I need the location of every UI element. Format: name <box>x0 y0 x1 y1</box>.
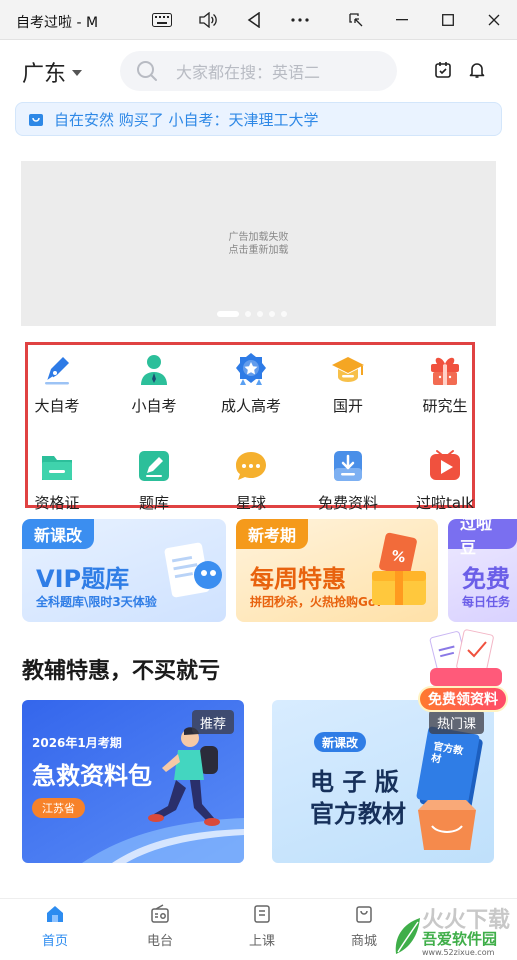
pen-nib-icon <box>45 357 69 385</box>
promo-guoladou[interactable]: 过啦豆 免费 每日任务 <box>448 519 517 622</box>
site-watermark: 火火下载 吾爱软件园 www.52zixue.com <box>392 902 512 958</box>
nav-mianfei-ziliao[interactable]: 免费资料 <box>303 448 393 513</box>
nav-xingqiu[interactable]: 星球 <box>206 448 296 513</box>
banner-dot[interactable] <box>245 311 251 317</box>
home-icon <box>47 906 63 922</box>
coupon-gift-icon: % <box>372 532 426 605</box>
product-badge: 推荐 <box>191 710 234 734</box>
ad-banner[interactable]: 广告加载失败 点击重新加载 <box>21 161 496 326</box>
promo-meizhou-tehui[interactable]: 新考期 每周特惠 拼团秒杀，火热抢购Go! % <box>236 519 438 622</box>
product-line1: 2026年1月考期 <box>32 736 122 750</box>
banner-pagination <box>217 311 287 317</box>
folder-icon <box>42 456 72 480</box>
promo-vip-tiku[interactable]: 新课改 VIP题库 全科题库\限时3天体验 <box>22 519 226 622</box>
more-icon[interactable] <box>286 6 314 34</box>
close-icon[interactable] <box>480 6 508 34</box>
promo-title: 每周特惠 <box>250 565 346 593</box>
promo-tag: 过啦豆 <box>448 519 517 557</box>
graduation-cap-icon <box>332 357 364 382</box>
product-line2: 官方教材 <box>310 800 406 828</box>
nav-chengren-gaokao[interactable]: 成人高考 <box>206 351 296 416</box>
medal-icon <box>236 353 266 385</box>
promo-subtitle: 每日任务 <box>462 595 511 609</box>
tab-home[interactable]: 首页 <box>25 899 85 949</box>
promo-subtitle: 全科题库\限时3天体验 <box>36 595 157 609</box>
free-materials-float-button[interactable]: 免费领资料 <box>416 628 512 714</box>
search-placeholder: 大家都在搜：英语二 <box>176 63 321 82</box>
product-card-jijiu[interactable]: 2026年1月考期 急救资料包 江苏省 推荐 <box>22 700 244 863</box>
keyboard-icon[interactable] <box>148 6 176 34</box>
promo-title: VIP题库 <box>36 565 130 593</box>
banner-dot[interactable] <box>281 311 287 317</box>
purchase-ticker[interactable]: 自在安然 购买了 小自考：天津理工大学 <box>15 102 502 136</box>
window-title: 自考过啦 - M <box>16 15 99 31</box>
edit-icon <box>139 451 169 481</box>
section-title: 教辅特惠，不买就亏 <box>22 659 221 684</box>
running-student-icon <box>148 727 220 826</box>
gift-box-icon <box>431 357 459 385</box>
chat-bubble-icon <box>236 452 266 480</box>
calendar-check-icon[interactable] <box>434 61 452 79</box>
download-icon <box>334 451 362 481</box>
ad-load-failed-text[interactable]: 广告加载失败 点击重新加载 <box>21 231 496 257</box>
class-icon <box>254 905 270 923</box>
nav-zigezheng[interactable]: 资格证 <box>12 448 102 513</box>
nav-tiku[interactable]: 题库 <box>109 448 199 513</box>
shopping-bag-icon <box>29 114 43 126</box>
banner-dot[interactable] <box>217 311 239 317</box>
nav-guola-talk[interactable]: 过啦talk <box>400 448 490 513</box>
watermark-url: www.52zixue.com <box>422 948 495 957</box>
product-tag: 新课改 <box>314 732 367 752</box>
tab-class[interactable]: 上课 <box>232 899 292 949</box>
volume-icon[interactable] <box>194 6 222 34</box>
chevron-down-icon <box>72 70 83 76</box>
shop-icon <box>356 906 372 923</box>
bell-icon[interactable] <box>468 61 486 79</box>
ticker-text: 自在安然 购买了 小自考：天津理工大学 <box>54 110 319 129</box>
product-line2: 急救资料包 <box>32 762 152 790</box>
pin-window-icon[interactable] <box>342 6 370 34</box>
nav-xiao-zikao[interactable]: 小自考 <box>109 351 199 416</box>
search-icon <box>137 61 157 81</box>
nav-da-zikao[interactable]: 大自考 <box>12 351 102 416</box>
maximize-icon[interactable] <box>434 6 462 34</box>
leaf-logo-icon <box>395 918 420 954</box>
city-name: 广东 <box>22 62 67 87</box>
free-materials-label: 免费领资料 <box>418 686 508 712</box>
promo-tag: 新考期 <box>236 519 309 549</box>
robot-book-icon <box>164 542 222 598</box>
minimize-icon[interactable] <box>388 6 416 34</box>
tab-shop[interactable]: 商城 <box>334 899 394 949</box>
box-illustration <box>418 800 476 850</box>
nav-guokai[interactable]: 国开 <box>303 351 393 416</box>
promo-subtitle: 拼团秒杀，火热抢购Go! <box>250 595 382 609</box>
promo-tag: 新课改 <box>22 519 95 549</box>
city-selector[interactable]: 广东 <box>22 56 83 88</box>
nav-yanjiusheng[interactable]: 研究生 <box>400 351 490 416</box>
search-input[interactable]: 大家都在搜：英语二 <box>120 51 397 91</box>
play-icon <box>430 450 460 480</box>
back-triangle-icon[interactable] <box>240 6 268 34</box>
watermark-name: 吾爱软件园 <box>422 930 498 948</box>
category-grid: 大自考 小自考 成人高考 国开 研究生 资格证 题库 星球 免费资料 过啦tal… <box>25 342 475 512</box>
gift-papers-icon <box>429 629 502 686</box>
promo-title: 免费 <box>462 565 510 593</box>
product-card-jiaocai[interactable]: 新课改 电 子 版 官方教材 官方教材 热门课 <box>272 700 494 863</box>
banner-dot[interactable] <box>257 311 263 317</box>
banner-dot[interactable] <box>269 311 275 317</box>
radio-icon <box>151 904 169 923</box>
tab-radio[interactable]: 电台 <box>130 899 190 949</box>
product-line1: 电 子 版 <box>310 768 399 796</box>
window-titlebar: 自考过啦 - M <box>0 0 517 40</box>
student-icon <box>141 355 167 385</box>
